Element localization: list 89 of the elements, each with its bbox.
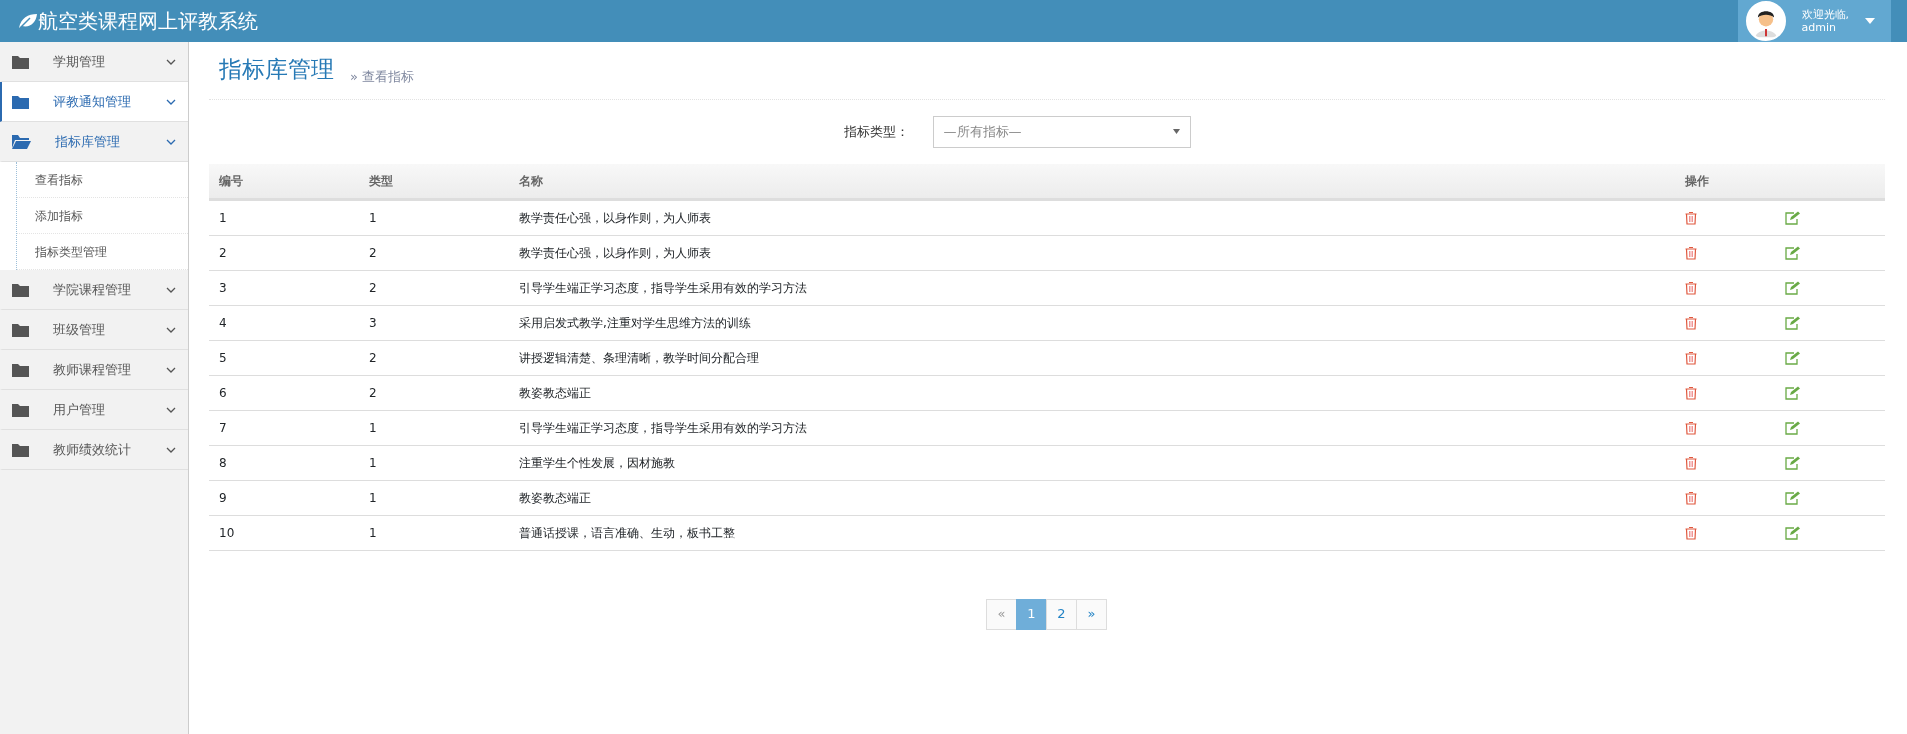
trash-icon[interactable] (1685, 526, 1697, 540)
column-header: 编号 (209, 163, 359, 199)
user-name: admin (1801, 21, 1837, 35)
edit-icon[interactable] (1785, 351, 1801, 365)
sidebar-item[interactable]: 用户管理 (0, 390, 188, 430)
table-cell: 2 (359, 375, 509, 410)
table-cell: 2 (359, 340, 509, 375)
table-cell: 教学责任心强，以身作则，为人师表 (509, 235, 1675, 270)
table-cell: 1 (359, 199, 509, 235)
folder-icon (12, 442, 29, 457)
folder-icon (12, 94, 29, 109)
edit-icon[interactable] (1785, 386, 1801, 400)
table-cell: 1 (359, 410, 509, 445)
edit-icon[interactable] (1785, 491, 1801, 505)
app-title: 航空类课程网上评教系统 (38, 8, 258, 35)
trash-icon[interactable] (1685, 421, 1697, 435)
table-cell: 引导学生端正学习态度，指导学生采用有效的学习方法 (509, 270, 1675, 305)
table-cell: 5 (209, 340, 359, 375)
trash-icon[interactable] (1685, 456, 1697, 470)
table-cell: 9 (209, 480, 359, 515)
edit-icon[interactable] (1785, 456, 1801, 470)
edit-icon[interactable] (1785, 211, 1801, 225)
column-header: 操作 (1675, 163, 1885, 199)
folder-icon (12, 402, 29, 417)
table-cell: 2 (359, 235, 509, 270)
trash-icon[interactable] (1685, 281, 1697, 295)
chevron-down-icon (166, 406, 176, 413)
chevron-down-icon (166, 366, 176, 373)
chevron-down-icon (166, 326, 176, 333)
sidebar-item[interactable]: 教师课程管理 (0, 350, 188, 390)
type-select[interactable]: —所有指标— (932, 115, 1191, 148)
table-cell: 讲授逻辑清楚、条理清晰，教学时间分配合理 (509, 340, 1675, 375)
open-folder-icon (12, 134, 31, 149)
page-link[interactable]: 2 (1046, 598, 1077, 630)
sidebar-item[interactable]: 评教通知管理 (0, 82, 188, 122)
table-cell: 普通话授课，语言准确、生动，板书工整 (509, 515, 1675, 550)
table-cell: 3 (359, 305, 509, 340)
table-cell: 1 (359, 515, 509, 550)
caret-icon (1172, 129, 1180, 134)
chevron-down-icon (166, 446, 176, 453)
table-cell: 6 (209, 375, 359, 410)
table-cell: 教姿教态端正 (509, 375, 1675, 410)
page-title: 指标库管理 (219, 55, 334, 84)
table-cell: 2 (209, 235, 359, 270)
edit-icon[interactable] (1785, 526, 1801, 540)
sidebar-item[interactable]: 班级管理 (0, 310, 188, 350)
table-cell: 采用启发式教学,注重对学生思维方法的训练 (509, 305, 1675, 340)
table-cell: 1 (209, 199, 359, 235)
edit-icon[interactable] (1785, 281, 1801, 295)
table-cell: 8 (209, 445, 359, 480)
breadcrumb: » 查看指标 (350, 68, 415, 86)
greeting-text: 欢迎光临, (1801, 7, 1849, 21)
table-cell: 引导学生端正学习态度，指导学生采用有效的学习方法 (509, 410, 1675, 445)
avatar-icon (1745, 1, 1786, 41)
table-cell: 10 (209, 515, 359, 550)
column-header: 类型 (359, 163, 509, 199)
table-cell: 3 (209, 270, 359, 305)
folder-icon (12, 282, 29, 297)
trash-icon[interactable] (1685, 246, 1697, 260)
trash-icon[interactable] (1685, 316, 1697, 330)
chevron-down-icon (166, 138, 176, 145)
table-cell: 2 (359, 270, 509, 305)
edit-icon[interactable] (1785, 246, 1801, 260)
sidebar-item[interactable]: 学院课程管理 (0, 270, 188, 310)
table-cell: 4 (209, 305, 359, 340)
page-link[interactable]: » (1076, 598, 1107, 630)
chevron-down-icon (166, 98, 176, 105)
table-cell: 注重学生个性发展，因材施教 (509, 445, 1675, 480)
table-cell: 1 (359, 480, 509, 515)
folder-icon (12, 362, 29, 377)
table-cell: 7 (209, 410, 359, 445)
table-cell: 教姿教态端正 (509, 480, 1675, 515)
column-header: 名称 (509, 163, 1675, 199)
trash-icon[interactable] (1685, 211, 1697, 225)
chevron-down-icon (166, 58, 176, 65)
trash-icon[interactable] (1685, 386, 1697, 400)
trash-icon[interactable] (1685, 491, 1697, 505)
trash-icon[interactable] (1685, 351, 1697, 365)
edit-icon[interactable] (1785, 316, 1801, 330)
table-cell: 教学责任心强，以身作则，为人师表 (509, 199, 1675, 235)
folder-icon (12, 322, 29, 337)
edit-icon[interactable] (1785, 421, 1801, 435)
table-cell: 1 (359, 445, 509, 480)
sidebar-item[interactable]: 教师绩效统计 (0, 430, 188, 470)
caret-icon (1865, 18, 1875, 24)
chevron-down-icon (166, 286, 176, 293)
filter-label: 指标类型： (843, 122, 909, 141)
folder-icon (12, 54, 29, 69)
leaf-icon (18, 13, 38, 29)
